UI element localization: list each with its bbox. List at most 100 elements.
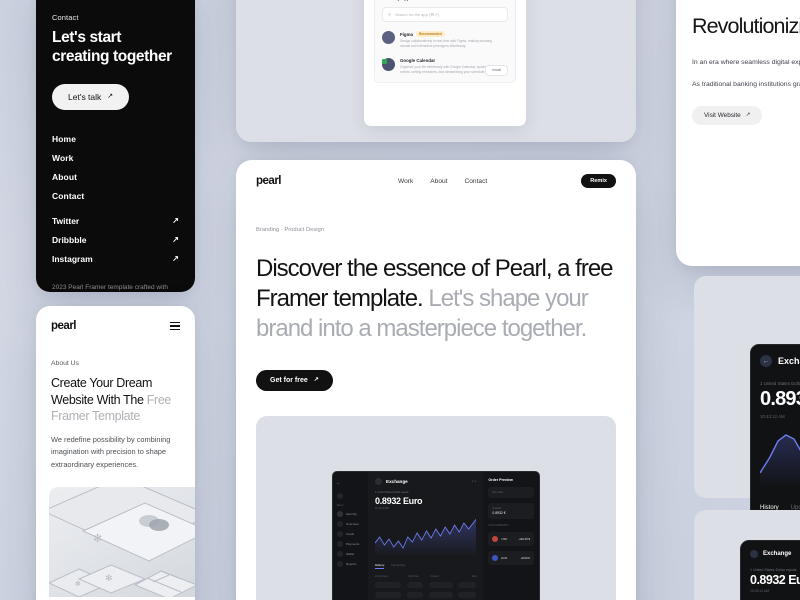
app-name-row: Google Calendar (400, 58, 492, 63)
add-apps-dialog: Add Apps ✕ Improve your team's workflow … (364, 0, 526, 126)
app-name-row: Figma Recommended (400, 31, 492, 38)
dashboard-nav-cards[interactable]: Cards (337, 530, 364, 537)
app-list-item[interactable]: Google Calendar Organize your life effor… (382, 57, 508, 76)
contact-panel: Contact Let's start creating together Le… (36, 0, 195, 292)
tab-contact[interactable]: Contact (465, 178, 488, 185)
sidebar-item-contact[interactable]: Contact (52, 187, 179, 206)
mobile-paragraph: We redefine possibility by combining ima… (51, 434, 171, 469)
dialog-panel-header: Your Top Apps ⇅ Filter (382, 0, 508, 1)
dashboard-mockup: ●● Menu Security Overview Cards Payments… (332, 470, 540, 600)
app-description: Design collaboratively in real-time with… (400, 39, 492, 48)
dashboard-main: Exchange ● ● 1 United States Dollar equa… (368, 472, 483, 600)
fiat-row[interactable]: USD -116.25 $ (488, 531, 534, 546)
arrow-left-icon[interactable] (750, 550, 758, 558)
phone-mockup-small: Exchange 1 United States Dollar equals 0… (740, 540, 800, 600)
dashboard-topbar-icons[interactable]: ● ● (472, 479, 476, 483)
dashboard-nav-payments[interactable]: Payments (337, 540, 364, 547)
pearl-logo[interactable]: pearl (256, 175, 282, 187)
contact-credit: 2023 Pearl Framer template crafted with … (52, 283, 168, 291)
article-paragraph-1: In an era where seamless digital experie… (692, 58, 800, 66)
arrow-left-icon[interactable] (375, 477, 383, 485)
phone-caption: 1 United States Dollar equals (760, 381, 800, 386)
contact-nav-list: Home Work About Contact (52, 130, 179, 206)
dashboard-nav-wallet[interactable]: Wallet (337, 550, 364, 557)
mobile-body: About Us Create Your Dream Website With … (36, 360, 195, 471)
lets-talk-label: Let's talk (68, 91, 102, 102)
quantity-field[interactable]: Quantity 0.8932 € (488, 502, 534, 519)
lets-talk-button[interactable]: Let's talk ↗ (52, 83, 130, 110)
search-field[interactable]: ⚲ Search for the app (⌘ F) (382, 7, 508, 23)
visit-website-label: Visit Website (704, 112, 741, 120)
fiat-code: USD (501, 536, 508, 541)
dashboard-sidebar: ●● Menu Security Overview Cards Payments… (333, 471, 369, 600)
visit-website-button[interactable]: Visit Website ↗ (692, 106, 763, 126)
table-row[interactable] (375, 591, 477, 598)
quantity-value: 0.8932 € (492, 510, 506, 515)
dashboard-nav-label: Wallet (346, 551, 355, 556)
app-list-item[interactable]: Figma Recommended Design collaboratively… (382, 31, 508, 49)
tab-upcoming[interactable]: Upcoming (391, 563, 405, 569)
eur-flag-icon (492, 554, 499, 561)
install-button[interactable]: Install (485, 64, 508, 76)
dashboard-nav-reports[interactable]: Reports (337, 560, 364, 567)
remix-button[interactable]: Remix (581, 174, 616, 188)
phone-small-caption: 1 United States Dollar equals (750, 568, 797, 572)
dialog-panel: Your Top Apps ⇅ Filter ⚲ Search for the … (374, 0, 516, 83)
social-link-twitter[interactable]: Twitter ↗ (52, 212, 179, 231)
add-apps-canvas: Add Apps ✕ Improve your team's workflow … (236, 0, 636, 142)
payments-icon (337, 540, 343, 547)
col-amount: Amount (430, 574, 439, 578)
search-icon: ⚲ (388, 12, 391, 18)
dashboard-nav-label: Cards (346, 531, 355, 536)
dashboard-amount: 0.8932 Euro (375, 495, 423, 506)
filter-button[interactable]: ⇅ Filter (494, 0, 508, 1)
phone-title: Exchange (778, 356, 800, 366)
fiat-delta: +8.00 € (520, 555, 530, 560)
site-hero-body: Branding · Product Design Discover the e… (236, 227, 636, 391)
top-apps-label: Your Top Apps (382, 0, 412, 1)
order-preview-panel: Order Preview Buy Order Quantity 0.8932 … (483, 471, 539, 600)
fiat-row[interactable]: EUR +8.00 € (488, 550, 534, 565)
dashboard-title: Exchange (386, 478, 408, 484)
social-label-instagram: Instagram (52, 254, 93, 265)
social-link-dribbble[interactable]: Dribbble ↗ (52, 231, 179, 250)
tab-work[interactable]: Work (398, 178, 413, 185)
fiat-delta: -116.25 $ (518, 536, 530, 541)
col-pair: Pair Price (408, 574, 419, 578)
social-label-dribbble: Dribbble (52, 235, 87, 246)
dashboard-time: 10:43:12 AM (375, 506, 389, 510)
sidebar-item-about[interactable]: About (52, 168, 179, 187)
reports-icon (337, 560, 343, 567)
dashboard-topbar: Exchange ● ● (375, 477, 476, 485)
dashboard-nav-label: Security (346, 511, 357, 516)
phone-small-time: 10:43:12 AM (750, 589, 770, 593)
dashboard-nav-security[interactable]: Security (337, 510, 364, 517)
google-calendar-icon (382, 57, 395, 71)
sidebar-item-work[interactable]: Work (52, 149, 179, 168)
pearl-logo[interactable]: pearl (51, 320, 77, 332)
usd-flag-icon (492, 535, 499, 542)
mobile-heading-dark: Create Your Dream Website With The (51, 376, 153, 407)
buy-order-label: Buy Order (492, 490, 504, 494)
breadcrumb: Branding · Product Design (256, 227, 324, 233)
arrow-left-icon[interactable]: ← (760, 355, 772, 367)
svg-text:✻: ✻ (93, 532, 102, 545)
dashboard-caption: 1 United States Dollar equals (375, 490, 409, 494)
add-apps-preview-card: Add Apps ✕ Improve your team's workflow … (236, 0, 636, 142)
hamburger-icon[interactable] (170, 321, 180, 331)
page-canvas: Contact Let's start creating together Le… (0, 0, 800, 600)
table-row[interactable] (375, 581, 477, 588)
tab-history[interactable]: History (375, 563, 385, 569)
article-heading: Revolutionizing User Experience Fintech … (692, 14, 800, 38)
fiat-currency-label: FIAT CURRENCY (488, 523, 510, 527)
app-name: Google Calendar (400, 57, 436, 63)
isometric-cards-illustration: ✻ ✻ ✻ (49, 487, 195, 598)
dashboard-nav-overview[interactable]: Overview (337, 520, 364, 527)
tab-about[interactable]: About (430, 178, 447, 185)
get-for-free-button[interactable]: Get for free ↗ (256, 369, 333, 391)
buy-order-field[interactable]: Buy Order (488, 486, 534, 498)
sidebar-item-home[interactable]: Home (52, 130, 179, 149)
recommended-badge: Recommended (415, 31, 445, 38)
social-link-instagram[interactable]: Instagram ↗ (52, 250, 179, 269)
dashboard-tabs: History Upcoming (375, 563, 476, 569)
